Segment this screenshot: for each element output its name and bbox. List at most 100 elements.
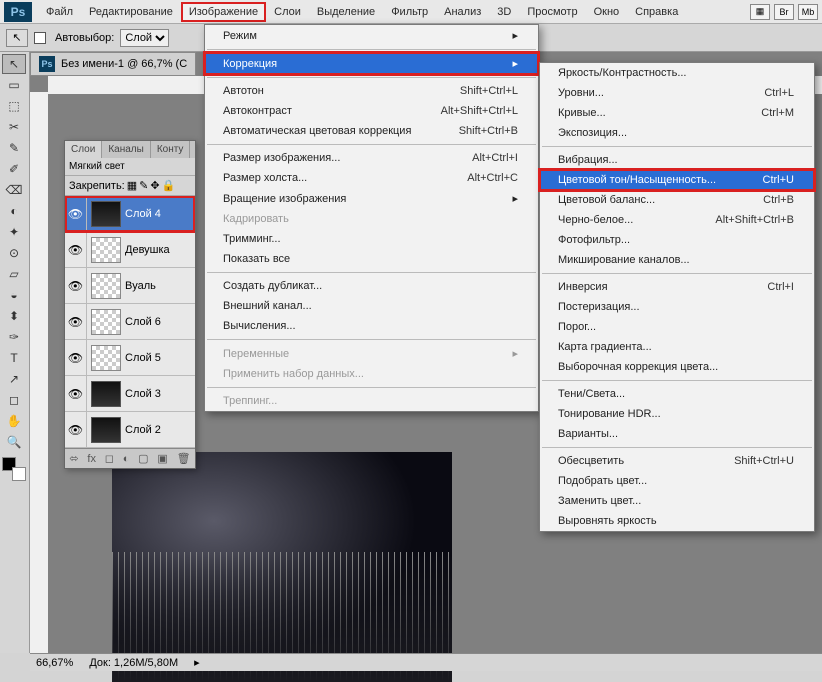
menu-item[interactable]: Подобрать цвет... — [540, 471, 814, 491]
tool-11[interactable]: ◒ — [2, 285, 26, 305]
statusbar-arrow-icon[interactable]: ▸ — [194, 656, 200, 669]
menu-item[interactable]: Выборочная коррекция цвета... — [540, 357, 814, 377]
tab-layers[interactable]: Слои — [65, 141, 102, 158]
mask-icon[interactable]: ◻ — [105, 452, 114, 465]
menu-item[interactable]: Показать все — [205, 249, 538, 269]
tool-7[interactable]: ◐ — [2, 201, 26, 221]
layer-thumbnail[interactable] — [91, 417, 121, 443]
menu-item[interactable]: Создать дубликат... — [205, 276, 538, 296]
tool-2[interactable]: ⬚ — [2, 96, 26, 116]
new-layer-icon[interactable]: ▣ — [157, 452, 167, 465]
tool-10[interactable]: ▱ — [2, 264, 26, 284]
menu-item[interactable]: ОбесцветитьShift+Ctrl+U — [540, 451, 814, 471]
menu-редактирование[interactable]: Редактирование — [81, 2, 181, 22]
layer-row[interactable]: 👁Слой 3 — [65, 376, 195, 412]
tool-14[interactable]: T — [2, 348, 26, 368]
tab-channels[interactable]: Каналы — [102, 141, 151, 158]
autoselect-select[interactable]: Слой — [120, 29, 169, 47]
menu-окно[interactable]: Окно — [586, 2, 628, 22]
lock-pixels-icon[interactable]: ▦ — [127, 179, 137, 192]
visibility-icon[interactable]: 👁 — [65, 268, 87, 303]
menu-item[interactable]: Уровни...Ctrl+L — [540, 83, 814, 103]
tool-0[interactable]: ↖ — [2, 54, 26, 74]
layer-thumbnail[interactable] — [91, 345, 121, 371]
menu-item[interactable]: Экспозиция... — [540, 123, 814, 143]
zoom-level[interactable]: 66,67% — [36, 657, 73, 669]
tool-6[interactable]: ⌫ — [2, 180, 26, 200]
menu-item[interactable]: Микширование каналов... — [540, 250, 814, 270]
tool-8[interactable]: ✦ — [2, 222, 26, 242]
menu-item[interactable]: Вращение изображения▸ — [205, 188, 538, 209]
menu-item[interactable]: Черно-белое...Alt+Shift+Ctrl+B — [540, 210, 814, 230]
visibility-icon[interactable]: 👁 — [65, 412, 87, 447]
layer-row[interactable]: 👁Девушка — [65, 232, 195, 268]
menu-3d[interactable]: 3D — [489, 2, 519, 22]
menu-item[interactable]: ИнверсияCtrl+I — [540, 277, 814, 297]
tool-13[interactable]: ✑ — [2, 327, 26, 347]
tool-9[interactable]: ⊙ — [2, 243, 26, 263]
layer-thumbnail[interactable] — [91, 309, 121, 335]
tool-16[interactable]: ◻ — [2, 390, 26, 410]
layer-row[interactable]: 👁Вуаль — [65, 268, 195, 304]
canvas-image[interactable] — [112, 452, 452, 682]
menu-item[interactable]: Цветовой баланс...Ctrl+B — [540, 190, 814, 210]
visibility-icon[interactable]: 👁 — [65, 196, 87, 231]
menu-справка[interactable]: Справка — [627, 2, 686, 22]
tool-18[interactable]: 🔍 — [2, 432, 26, 452]
layer-row[interactable]: 👁Слой 5 — [65, 340, 195, 376]
menu-item[interactable]: Кривые...Ctrl+M — [540, 103, 814, 123]
menu-item[interactable]: Порог... — [540, 317, 814, 337]
bridge-icon[interactable]: Br — [774, 4, 794, 20]
menu-item[interactable]: АвтоконтрастAlt+Shift+Ctrl+L — [205, 101, 538, 121]
menu-слои[interactable]: Слои — [266, 2, 309, 22]
menu-просмотр[interactable]: Просмотр — [519, 2, 585, 22]
document-tab[interactable]: Ps Без имени-1 @ 66,7% (С — [30, 52, 196, 76]
menu-item[interactable]: Размер изображения...Alt+Ctrl+I — [205, 148, 538, 168]
color-swatches[interactable] — [2, 457, 26, 481]
menu-item[interactable]: Карта градиента... — [540, 337, 814, 357]
menu-item[interactable]: Автоматическая цветовая коррекцияShift+C… — [205, 121, 538, 141]
menu-item[interactable]: Тени/Света... — [540, 384, 814, 404]
tool-12[interactable]: ⬍ — [2, 306, 26, 326]
menu-item[interactable]: Тонирование HDR... — [540, 404, 814, 424]
menu-item[interactable]: Внешний канал... — [205, 296, 538, 316]
menu-item[interactable]: Варианты... — [540, 424, 814, 444]
layer-row[interactable]: 👁Слой 2 — [65, 412, 195, 448]
tool-15[interactable]: ↗ — [2, 369, 26, 389]
fx-icon[interactable]: fx — [87, 453, 96, 465]
layer-thumbnail[interactable] — [91, 201, 121, 227]
mb-icon[interactable]: Mb — [798, 4, 818, 20]
layer-row[interactable]: 👁Слой 6 — [65, 304, 195, 340]
menu-item[interactable]: Режим▸ — [205, 25, 538, 46]
visibility-icon[interactable]: 👁 — [65, 232, 87, 267]
menu-item[interactable]: Заменить цвет... — [540, 491, 814, 511]
menu-item[interactable]: Яркость/Контрастность... — [540, 63, 814, 83]
adjustment-icon[interactable]: ◐ — [123, 453, 130, 465]
layer-thumbnail[interactable] — [91, 237, 121, 263]
tool-3[interactable]: ✂ — [2, 117, 26, 137]
tool-4[interactable]: ✎ — [2, 138, 26, 158]
layer-row[interactable]: 👁Слой 4 — [65, 196, 195, 232]
visibility-icon[interactable]: 👁 — [65, 376, 87, 411]
tab-paths[interactable]: Конту — [151, 141, 191, 158]
menu-item[interactable]: Цветовой тон/Насыщенность...Ctrl+U — [540, 170, 814, 190]
folder-icon[interactable]: ▢ — [138, 452, 148, 465]
menu-item[interactable]: Размер холста...Alt+Ctrl+C — [205, 168, 538, 188]
visibility-icon[interactable]: 👁 — [65, 304, 87, 339]
menu-файл[interactable]: Файл — [38, 2, 81, 22]
link-icon[interactable]: ⬄ — [69, 452, 78, 465]
trash-icon[interactable]: 🗑 — [177, 452, 191, 465]
menu-item[interactable]: Вибрация... — [540, 150, 814, 170]
menu-item[interactable]: Вычисления... — [205, 316, 538, 336]
tool-1[interactable]: ▭ — [2, 75, 26, 95]
menu-item[interactable]: Тримминг... — [205, 229, 538, 249]
menu-item[interactable]: Постеризация... — [540, 297, 814, 317]
menu-анализ[interactable]: Анализ — [436, 2, 489, 22]
tool-5[interactable]: ✐ — [2, 159, 26, 179]
lock-all-icon[interactable]: 🔒 — [162, 179, 176, 192]
layer-thumbnail[interactable] — [91, 381, 121, 407]
menu-изображение[interactable]: Изображение — [181, 2, 266, 22]
blend-mode[interactable]: Мягкий свет — [65, 158, 195, 176]
visibility-icon[interactable]: 👁 — [65, 340, 87, 375]
workspace-icon[interactable]: ▦ — [750, 4, 770, 20]
